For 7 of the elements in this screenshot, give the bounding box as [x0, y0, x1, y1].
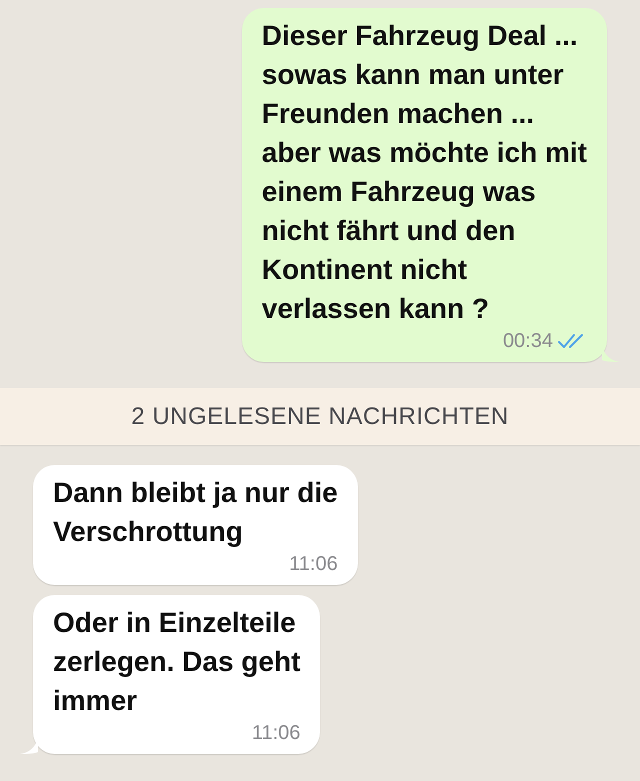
message-time: 11:06 — [289, 552, 338, 577]
message-text: Oder in Einzelteile zerlegen. Das geht immer — [53, 606, 300, 718]
message-text: Dieser Fahrzeug Deal ... sowas kann man unter Freunden machen ... aber was möchte ich mit einem Fahrzeug was nicht fährt und den Kontinent nicht verlassen kann ? — [262, 19, 587, 326]
unread-label: 2 UNGELESENE NACHRICHTEN — [131, 402, 509, 432]
message-time: 11:06 — [252, 721, 300, 746]
message-text: Dann bleibt ja nur die Verschrottung — [53, 476, 338, 549]
message-time: 00:34 — [502, 329, 553, 354]
